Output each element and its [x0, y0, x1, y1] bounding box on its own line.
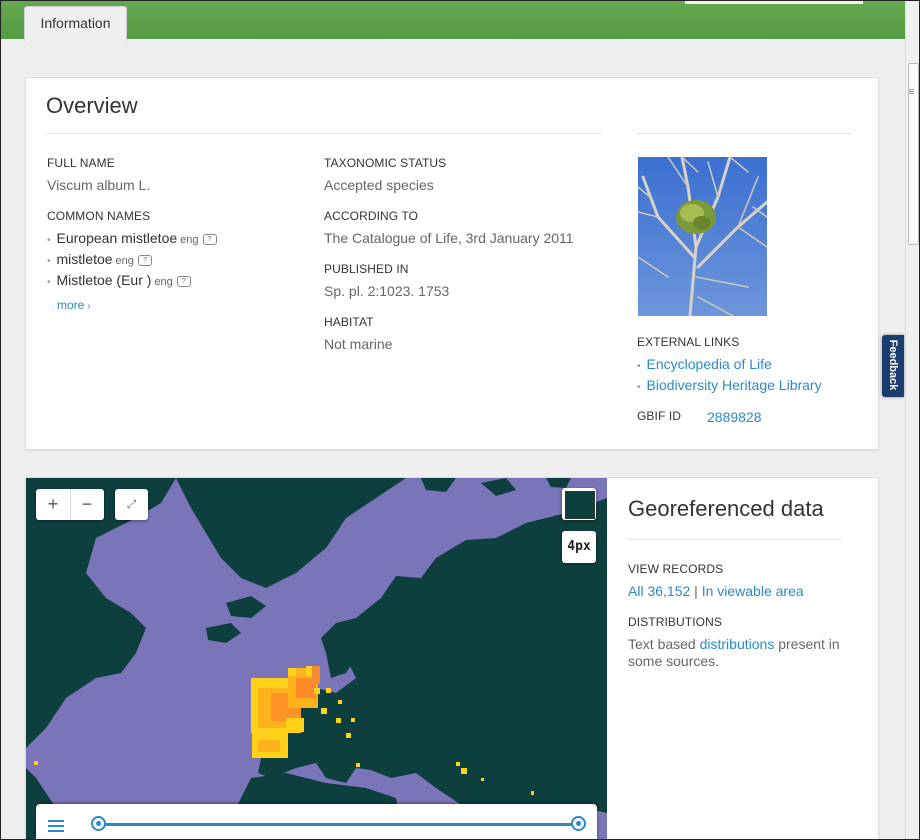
language-tag: eng — [180, 234, 199, 246]
more-common-names-link[interactable]: more › — [57, 298, 91, 312]
feedback-label: Feedback — [887, 339, 899, 391]
according-to-value: The Catalogue of Life, 3rd January 2011 — [324, 230, 574, 246]
slider-handle-start[interactable] — [91, 816, 106, 831]
scrollbar-grip-icon — [909, 89, 914, 90]
according-to-label: ACCORDING TO — [324, 209, 419, 223]
habitat-value: Not marine — [324, 336, 393, 352]
common-name-item: • Mistletoe (Eur ) eng? — [47, 272, 191, 289]
base-layer-button[interactable] — [562, 488, 596, 520]
common-name: European mistletoe — [56, 230, 178, 246]
published-in-label: PUBLISHED IN — [324, 262, 409, 276]
expand-icon: ⤢ — [126, 497, 137, 511]
distributions-label: DISTRIBUTIONS — [628, 615, 722, 629]
slider-handle-end[interactable] — [571, 816, 586, 831]
map-layer-icon — [565, 491, 595, 519]
taxonomic-status-label: TAXONOMIC STATUS — [324, 156, 447, 170]
external-link-item: • Biodiversity Heritage Library — [637, 377, 822, 393]
top-header-bar — [1, 1, 905, 39]
common-name: Mistletoe (Eur ) — [56, 272, 152, 288]
georeferenced-card: + − ⤢ 4px Georeferenced data VIEW RECORD… — [25, 477, 879, 839]
zoom-control: + − — [36, 489, 104, 520]
distributions-text: Text based distributions present in some… — [628, 636, 843, 670]
mistletoe-tree-image — [638, 157, 767, 316]
zoom-out-button[interactable]: − — [70, 489, 104, 520]
bullet: • — [47, 235, 51, 246]
feedback-tab[interactable]: Feedback — [882, 335, 904, 397]
link-encyclopedia-of-life[interactable]: Encyclopedia of Life — [647, 356, 772, 372]
common-name-item: • European mistletoe eng? — [47, 230, 217, 247]
distributions-link[interactable]: distributions — [700, 636, 775, 652]
view-records-label: VIEW RECORDS — [628, 562, 724, 576]
overview-card: Overview FULL NAME Viscum album L. COMMO… — [25, 77, 879, 450]
gbif-id-label: GBIF ID — [637, 409, 682, 423]
georeferenced-title: Georeferenced data — [628, 496, 824, 521]
comment-icon[interactable]: ? — [176, 276, 191, 287]
fullscreen-button[interactable]: ⤢ — [115, 489, 148, 520]
species-photo[interactable] — [638, 157, 767, 316]
language-tag: eng — [115, 255, 134, 267]
image-divider — [637, 133, 851, 134]
scrollbar-thumb[interactable] — [908, 63, 919, 245]
view-records-links: All 36,152 | In viewable area — [628, 583, 804, 599]
year-range-slider — [36, 804, 597, 839]
vertical-scrollbar[interactable] — [905, 1, 919, 839]
taxonomic-status-value: Accepted species — [324, 177, 434, 193]
external-link-item: • Encyclopedia of Life — [637, 356, 772, 372]
bullet: • — [47, 277, 51, 288]
map-base-layer — [26, 478, 607, 839]
georeferenced-divider — [628, 539, 841, 540]
bullet: • — [47, 256, 51, 267]
tab-information[interactable]: Information — [24, 6, 127, 41]
published-in-value: Sp. pl. 2:1023. 1753 — [324, 283, 450, 299]
occurrence-map[interactable]: + − ⤢ 4px — [26, 478, 607, 839]
bullet: • — [637, 361, 641, 372]
full-name-label: FULL NAME — [47, 156, 115, 170]
external-links-label: EXTERNAL LINKS — [637, 335, 740, 349]
overview-title: Overview — [46, 93, 138, 118]
chevron-right-icon: › — [87, 301, 91, 312]
comment-icon[interactable]: ? — [137, 255, 152, 266]
comment-icon[interactable]: ? — [202, 234, 217, 245]
overview-divider — [46, 133, 601, 134]
separator: | — [694, 583, 698, 599]
viewable-area-link[interactable]: In viewable area — [702, 583, 804, 599]
more-label[interactable]: more — [57, 298, 84, 312]
all-records-link[interactable]: All 36,152 — [628, 583, 690, 599]
header-strip — [685, 1, 863, 4]
zoom-in-button[interactable]: + — [36, 489, 71, 520]
full-name-value: Viscum album L. — [47, 177, 151, 193]
distributions-prefix: Text based — [628, 636, 696, 652]
slider-track[interactable] — [98, 823, 578, 826]
pixel-size-button[interactable]: 4px — [562, 531, 596, 563]
habitat-label: HABITAT — [324, 315, 374, 329]
link-biodiversity-heritage-library[interactable]: Biodiversity Heritage Library — [647, 377, 822, 393]
page-frame: Information Overview FULL NAME Viscum al… — [0, 0, 920, 840]
common-name-item: • mistletoe eng? — [47, 251, 152, 268]
language-tag: eng — [154, 276, 173, 288]
bullet: • — [637, 382, 641, 393]
common-names-label: COMMON NAMES — [47, 209, 151, 223]
common-name: mistletoe — [56, 251, 113, 267]
menu-icon[interactable] — [48, 818, 64, 834]
gbif-id-link[interactable]: 2889828 — [707, 409, 762, 425]
